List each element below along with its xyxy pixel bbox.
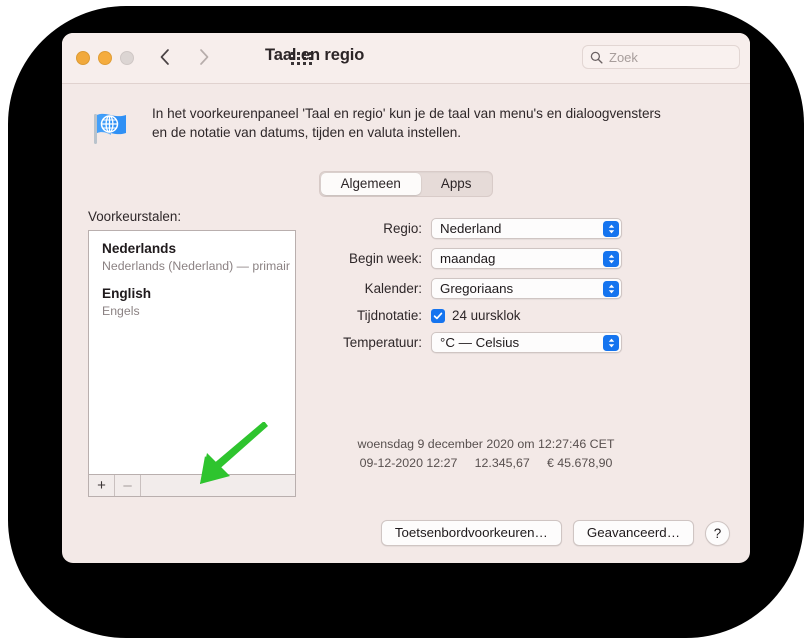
time-format-row: Tijdnotatie: 24 uursklok — [318, 308, 724, 323]
system-preferences-window: Taal en regio Zoek In het voorkeurenpane… — [62, 33, 750, 563]
flag-globe-icon — [88, 104, 134, 155]
navigation-controls — [158, 47, 211, 67]
tab-bar: Algemeen Apps — [62, 171, 750, 197]
region-label: Regio: — [383, 221, 422, 236]
week-start-row: Begin week: maandag — [318, 248, 724, 269]
window-footer: Toetsenbordvoorkeuren… Geavanceerd… ? — [380, 520, 730, 546]
keyboard-preferences-button[interactable]: Toetsenbordvoorkeuren… — [380, 520, 562, 546]
calendar-label: Kalender: — [364, 281, 422, 296]
week-start-popup-button[interactable]: maandag — [431, 248, 622, 269]
back-chevron-icon[interactable] — [158, 47, 171, 67]
temperature-row: Temperatuur: °C — Celsius — [318, 332, 724, 353]
add-language-button[interactable]: + — [89, 475, 115, 496]
description-text: In het voorkeurenpaneel 'Taal en regio' … — [152, 106, 661, 141]
region-row: Regio: Nederland — [318, 218, 724, 239]
chevron-updown-icon — [603, 334, 619, 351]
search-field[interactable]: Zoek — [582, 45, 740, 69]
chevron-updown-icon — [603, 250, 619, 267]
temperature-value: °C — Celsius — [440, 335, 520, 350]
checkmark-icon — [433, 312, 443, 319]
chevron-updown-icon — [603, 280, 619, 297]
preferred-languages-label: Voorkeurstalen: — [88, 209, 182, 224]
week-start-value: maandag — [440, 251, 496, 266]
regional-settings-form: Regio: Nederland Begin week: maandag Kal… — [296, 209, 724, 497]
advanced-button[interactable]: Geavanceerd… — [572, 520, 694, 546]
list-item[interactable]: Nederlands Nederlands (Nederland) — prim… — [89, 231, 295, 275]
temperature-label: Temperatuur: — [343, 335, 422, 350]
region-value: Nederland — [440, 221, 502, 236]
language-primary-name: Nederlands — [102, 241, 177, 256]
tab-group: Algemeen Apps — [318, 171, 494, 197]
24-hour-clock-label: 24 uursklok — [452, 308, 521, 323]
search-placeholder: Zoek — [609, 49, 638, 65]
list-item[interactable]: English Engels — [89, 275, 295, 320]
list-footer-filler — [141, 475, 295, 496]
language-secondary-name: Engels — [102, 304, 140, 319]
panel-description: In het voorkeurenpaneel 'Taal en regio' … — [62, 84, 750, 155]
tab-algemeen[interactable]: Algemeen — [320, 173, 421, 195]
language-list-footer: + – — [88, 475, 296, 497]
calendar-popup-button[interactable]: Gregoriaans — [431, 278, 622, 299]
preferred-languages-section: Voorkeurstalen: Nederlands Nederlands (N… — [88, 209, 296, 497]
search-icon — [590, 51, 603, 64]
week-start-label: Begin week: — [349, 251, 422, 266]
traffic-light-group — [76, 51, 134, 65]
time-format-label: Tijdnotatie: — [356, 308, 422, 323]
zoom-button[interactable] — [120, 51, 134, 65]
chevron-updown-icon — [603, 220, 619, 237]
window-titlebar: Taal en regio Zoek — [62, 33, 750, 84]
minimize-button[interactable] — [98, 51, 112, 65]
preview-long-date: woensdag 9 december 2020 om 12:27:46 CET — [357, 437, 615, 451]
window-title: Taal en regio — [265, 46, 365, 64]
close-button[interactable] — [76, 51, 90, 65]
tab-apps[interactable]: Apps — [421, 173, 492, 195]
forward-chevron-icon[interactable] — [198, 47, 211, 67]
calendar-value: Gregoriaans — [440, 281, 514, 296]
calendar-row: Kalender: Gregoriaans — [318, 278, 724, 299]
language-primary-name: English — [102, 285, 152, 301]
help-button[interactable]: ? — [705, 520, 730, 546]
language-list[interactable]: Nederlands Nederlands (Nederland) — prim… — [88, 230, 296, 475]
preview-short-formats: 09-12-2020 12:27 12.345,67 € 45.678,90 — [359, 455, 613, 470]
format-preview: woensdag 9 december 2020 om 12:27:46 CET… — [318, 435, 616, 472]
remove-language-button[interactable]: – — [115, 475, 141, 496]
panel-body: Voorkeurstalen: Nederlands Nederlands (N… — [62, 209, 750, 497]
24-hour-clock-checkbox[interactable] — [431, 308, 445, 323]
region-popup-button[interactable]: Nederland — [431, 218, 622, 239]
language-secondary-name: Nederlands (Nederland) — primair — [102, 259, 290, 274]
temperature-popup-button[interactable]: °C — Celsius — [431, 332, 622, 353]
time-format-checkbox-group: 24 uursklok — [431, 308, 520, 323]
